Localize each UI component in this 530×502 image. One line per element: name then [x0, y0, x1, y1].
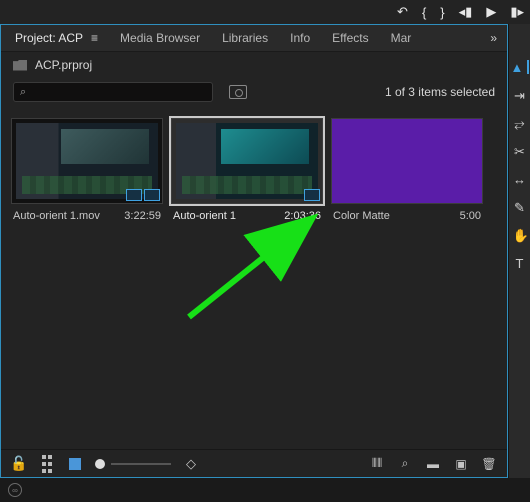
clip-duration: 5:00	[460, 210, 481, 222]
clip-name: Auto-orient 1	[173, 210, 236, 222]
transport-prev-edit-icon[interactable]: ↶	[397, 4, 408, 20]
tools-strip: ▲ ⇥ ⥂ ✂ ↔ ✎ ✋ T	[508, 24, 530, 478]
sort-icon[interactable]: ◇	[183, 456, 199, 472]
tab-menu-icon[interactable]: ≡	[91, 31, 98, 45]
tab-project[interactable]: Project: ACP	[15, 31, 83, 45]
tab-markers-truncated[interactable]: Mar	[391, 31, 412, 45]
tool-slip-icon[interactable]: ↔	[513, 172, 527, 186]
clip-thumbnail[interactable]	[11, 118, 163, 204]
tool-track-select-icon[interactable]: ⇥	[513, 88, 527, 102]
transport-step-back-icon[interactable]: ◂▮	[459, 4, 473, 20]
project-file-name: ACP.prproj	[35, 58, 92, 72]
search-input-wrap[interactable]: ⌕	[13, 82, 213, 102]
clip-duration: 3:22:59	[124, 210, 161, 222]
tool-hand-icon[interactable]: ✋	[513, 228, 527, 242]
tab-effects[interactable]: Effects	[332, 31, 368, 45]
find-icon[interactable]: ⌕	[397, 456, 413, 472]
search-row: ⌕ 1 of 3 items selected	[1, 78, 507, 108]
transport-mark-out-icon[interactable]: }	[440, 5, 444, 20]
app-statusbar: ∞	[0, 478, 530, 502]
clip-item[interactable]: Auto-orient 1 2:03:36	[171, 118, 323, 222]
clip-thumbnail[interactable]	[331, 118, 483, 204]
zoom-track[interactable]	[111, 463, 171, 465]
automate-to-sequence-icon[interactable]: ⦀⦀	[369, 456, 385, 472]
tool-type-icon[interactable]: T	[513, 256, 527, 270]
new-bin-icon[interactable]: ▬	[425, 456, 441, 472]
clip-badges	[304, 189, 320, 201]
clip-name: Color Matte	[333, 210, 390, 222]
trash-icon[interactable]: 🗑	[481, 456, 497, 472]
zoom-knob-icon[interactable]	[95, 459, 105, 469]
color-matte-swatch	[332, 119, 482, 203]
clip-item[interactable]: Auto-orient 1.mov 3:22:59	[11, 118, 163, 222]
tab-libraries[interactable]: Libraries	[222, 31, 268, 45]
clip-item[interactable]: Color Matte 5:00	[331, 118, 483, 222]
write-lock-icon[interactable]: 🔓	[11, 456, 27, 472]
transport-play-icon[interactable]: ▶	[486, 4, 496, 20]
transport-mark-in-icon[interactable]: {	[422, 5, 426, 20]
search-input[interactable]	[26, 86, 206, 98]
folder-icon	[13, 60, 27, 71]
project-panel: Project: ACP ≡ Media Browser Libraries I…	[0, 24, 508, 478]
clip-duration: 2:03:36	[284, 210, 321, 222]
panel-bottom-toolbar: 🔓 ◇ ⦀⦀ ⌕ ▬ ▣ 🗑	[1, 449, 507, 477]
creative-cloud-icon[interactable]: ∞	[8, 483, 22, 497]
transport-step-fwd-icon[interactable]: ▮▸	[510, 4, 524, 20]
new-bin-from-search-icon[interactable]	[229, 85, 247, 99]
clip-badges	[126, 189, 160, 201]
tool-pen-icon[interactable]: ✎	[513, 200, 527, 214]
panel-tabbar: Project: ACP ≡ Media Browser Libraries I…	[1, 25, 507, 52]
selection-count: 1 of 3 items selected	[385, 85, 495, 99]
tab-overflow-icon[interactable]: »	[490, 31, 497, 45]
zoom-slider[interactable]	[95, 459, 171, 469]
thumbnail-view-icon[interactable]	[67, 456, 83, 472]
tool-razor-icon[interactable]: ✂	[513, 144, 527, 158]
tab-media-browser[interactable]: Media Browser	[120, 31, 200, 45]
transport-bar: ↶ { } ◂▮ ▶ ▮▸	[0, 0, 530, 24]
tab-info[interactable]: Info	[290, 31, 310, 45]
list-view-icon[interactable]	[39, 456, 55, 472]
bin-grid: Auto-orient 1.mov 3:22:59 Auto-orient 1 …	[1, 108, 507, 449]
clip-thumbnail[interactable]	[171, 118, 323, 204]
tool-ripple-icon[interactable]: ⥂	[513, 116, 527, 130]
new-item-icon[interactable]: ▣	[453, 456, 469, 472]
clip-name: Auto-orient 1.mov	[13, 210, 100, 222]
tool-selection-icon[interactable]: ▲	[511, 60, 529, 74]
project-file-row: ACP.prproj	[1, 52, 507, 78]
